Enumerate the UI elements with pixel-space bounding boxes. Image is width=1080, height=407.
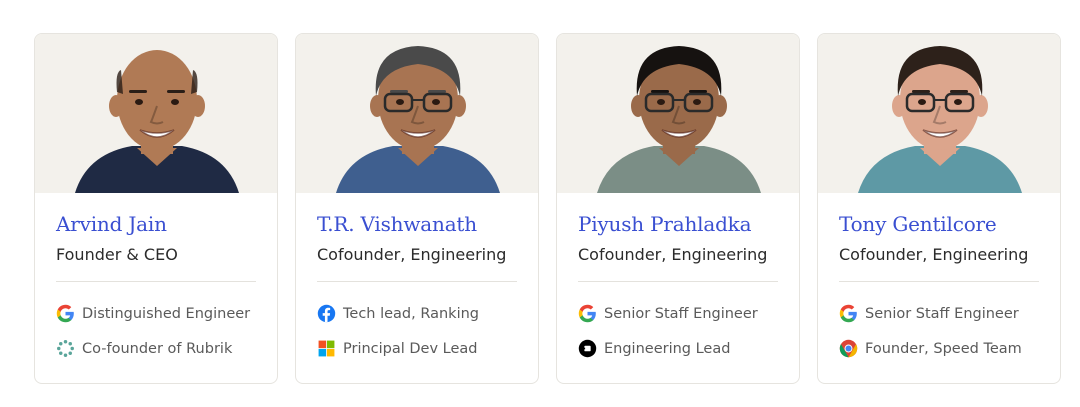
team-grid: Arvind Jain Founder & CEO Distinguished … — [34, 33, 1061, 384]
person-role: Cofounder, Engineering — [578, 245, 768, 264]
team-card-tr-vishwanath[interactable]: T.R. Vishwanath Cofounder, Engineering T… — [295, 33, 539, 384]
credential-item: Founder, Speed Team — [839, 339, 1022, 358]
credential-text: Co-founder of Rubrik — [82, 340, 233, 357]
credential-item: Distinguished Engineer — [56, 304, 250, 323]
rubrik-icon — [56, 339, 75, 358]
person-name[interactable]: Tony Gentilcore — [839, 212, 997, 236]
divider — [839, 281, 1039, 282]
credential-item: Senior Staff Engineer — [839, 304, 1019, 323]
google-icon — [578, 304, 597, 323]
credential-item: Engineering Lead — [578, 339, 730, 358]
team-card-arvind-jain[interactable]: Arvind Jain Founder & CEO Distinguished … — [34, 33, 278, 384]
microsoft-icon — [317, 339, 336, 358]
credential-item: Principal Dev Lead — [317, 339, 478, 358]
person-role: Cofounder, Engineering — [317, 245, 507, 264]
google-icon — [839, 304, 858, 323]
divider — [578, 281, 778, 282]
credential-text: Principal Dev Lead — [343, 340, 478, 357]
credential-item: Co-founder of Rubrik — [56, 339, 232, 358]
credential-text: Distinguished Engineer — [82, 305, 251, 322]
credential-text: Senior Staff Engineer — [604, 305, 758, 322]
portrait-photo — [35, 34, 277, 193]
google-icon — [56, 304, 75, 323]
credential-text: Engineering Lead — [604, 340, 731, 357]
person-role: Founder & CEO — [56, 245, 178, 264]
team-card-tony-gentilcore[interactable]: Tony Gentilcore Cofounder, Engineering S… — [817, 33, 1061, 384]
facebook-icon — [317, 304, 336, 323]
portrait-photo — [557, 34, 799, 193]
portrait-photo — [296, 34, 538, 193]
uber-icon — [578, 339, 597, 358]
credential-text: Tech lead, Ranking — [343, 305, 479, 322]
divider — [56, 281, 256, 282]
portrait-photo — [818, 34, 1060, 193]
person-name[interactable]: Arvind Jain — [56, 212, 167, 236]
chrome-icon — [839, 339, 858, 358]
person-name[interactable]: T.R. Vishwanath — [317, 212, 477, 236]
person-role: Cofounder, Engineering — [839, 245, 1029, 264]
credential-text: Senior Staff Engineer — [865, 305, 1019, 322]
team-card-piyush-prahladka[interactable]: Piyush Prahladka Cofounder, Engineering … — [556, 33, 800, 384]
person-name[interactable]: Piyush Prahladka — [578, 212, 752, 236]
credential-item: Senior Staff Engineer — [578, 304, 758, 323]
credential-item: Tech lead, Ranking — [317, 304, 479, 323]
credential-text: Founder, Speed Team — [865, 340, 1022, 357]
divider — [317, 281, 517, 282]
